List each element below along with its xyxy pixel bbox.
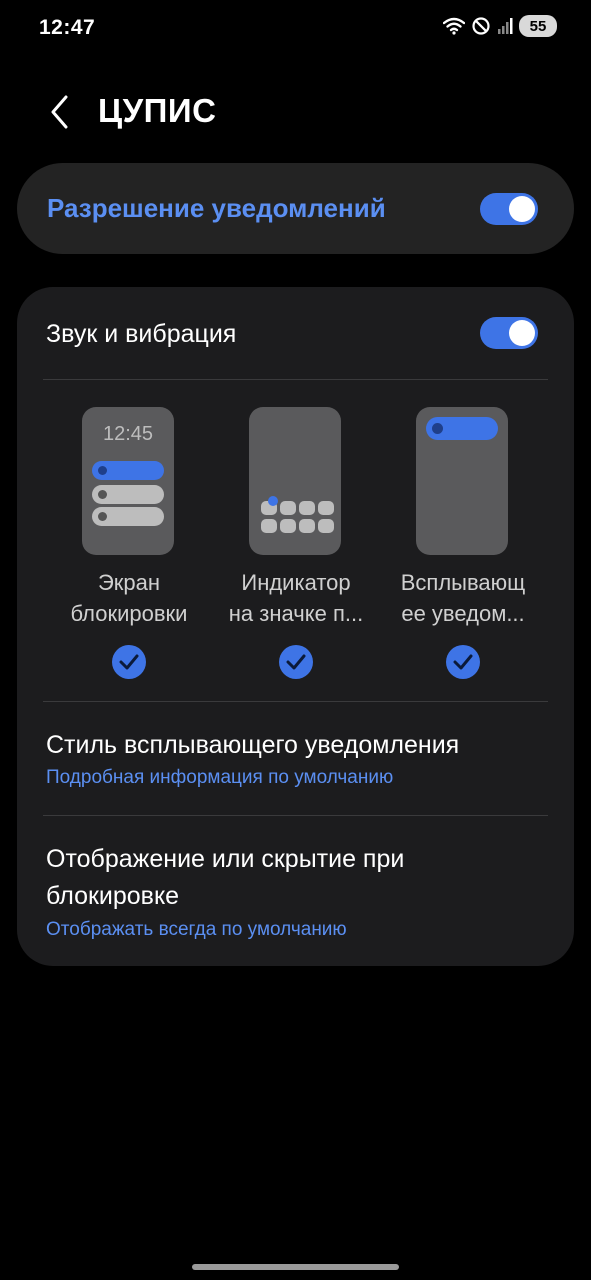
alert-styles: 12:45 Экран блокировки Индикатор на знач…	[17, 395, 574, 695]
caption-line: Экран	[97, 570, 161, 595]
preview-notification	[92, 507, 164, 526]
caption-line: блокировки	[70, 601, 188, 626]
lock-screen-preview: 12:45	[82, 407, 174, 555]
icon-badge-preview	[249, 407, 341, 555]
allow-notifications-label: Разрешение уведомлений	[47, 193, 386, 223]
app-header: ЦУПИС	[0, 84, 591, 140]
notification-settings-card: Звук и вибрация 12:45 Экран блокировки И…	[17, 287, 574, 966]
divider	[43, 701, 548, 702]
style-option-lock-screen[interactable]: 12:45 Экран блокировки	[44, 395, 214, 685]
home-indicator[interactable]	[192, 1264, 399, 1270]
preview-popup-notification	[426, 417, 498, 440]
check-icon[interactable]	[279, 645, 313, 679]
lock-visibility-value: Отображать всегда по умолчанию	[46, 919, 347, 940]
style-option-icon-badge[interactable]: Индикатор на значке п...	[211, 395, 381, 685]
preview-notification	[92, 461, 164, 480]
sound-vibration-label: Звук и вибрация	[46, 320, 237, 348]
toggle-knob	[509, 196, 535, 222]
status-time: 12:47	[39, 16, 96, 39]
popup-style-title: Стиль всплывающего уведомления	[46, 731, 460, 759]
caption-line: Индикатор	[241, 570, 351, 595]
signal-icon	[498, 18, 513, 34]
sound-vibration-toggle[interactable]	[480, 317, 538, 349]
divider	[43, 379, 548, 380]
check-icon[interactable]	[112, 645, 146, 679]
style-option-popup[interactable]: Всплывающ ее уведом...	[378, 395, 548, 685]
style-caption: Индикатор на значке п...	[211, 567, 381, 629]
chevron-left-icon	[51, 95, 68, 129]
status-bar: 12:47 55	[0, 0, 591, 58]
preview-notification	[92, 485, 164, 504]
caption-line: ее уведом...	[401, 601, 525, 626]
divider	[43, 815, 548, 816]
allow-notifications-card[interactable]: Разрешение уведомлений	[17, 163, 574, 254]
back-button[interactable]	[40, 90, 80, 134]
allow-notifications-toggle[interactable]	[480, 193, 538, 225]
dnd-icon	[472, 17, 490, 35]
page-title: ЦУПИС	[98, 92, 217, 129]
caption-line: Всплывающ	[400, 570, 526, 595]
badge-dot	[268, 496, 278, 506]
status-icons: 55	[443, 15, 557, 37]
popup-style-value: Подробная информация по умолчанию	[46, 767, 394, 788]
lock-visibility-title-line2: блокировке	[46, 882, 180, 910]
wifi-icon	[443, 17, 465, 35]
style-caption: Всплывающ ее уведом...	[378, 567, 548, 629]
caption-line: на значке п...	[228, 601, 364, 626]
popup-preview	[416, 407, 508, 555]
battery-indicator: 55	[519, 15, 557, 37]
check-icon[interactable]	[446, 645, 480, 679]
preview-time: 12:45	[102, 423, 154, 445]
style-caption: Экран блокировки	[44, 567, 214, 629]
toggle-knob	[509, 320, 535, 346]
lock-visibility-title-line1: Отображение или скрытие при	[46, 845, 405, 873]
